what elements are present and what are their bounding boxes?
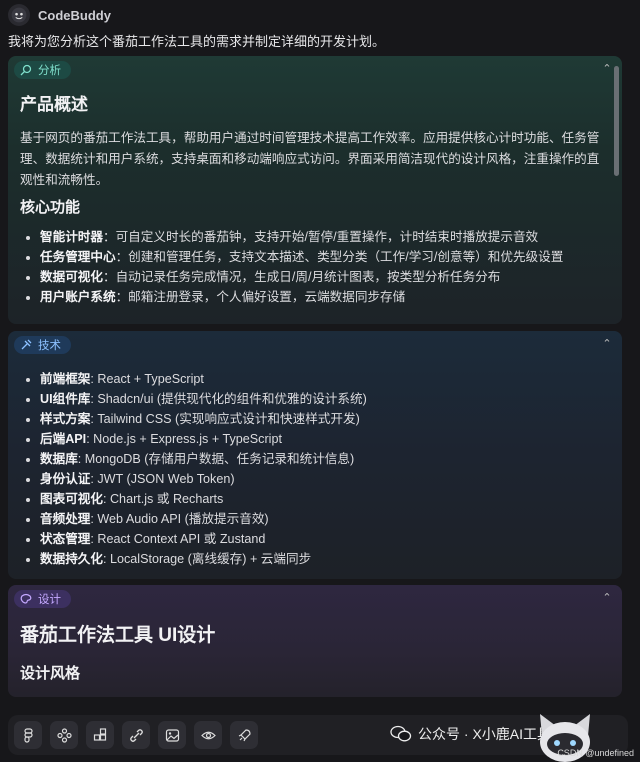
scrollbar[interactable] xyxy=(614,66,619,176)
list-item: 图表可视化: Chart.js 或 Recharts xyxy=(40,489,610,509)
collapse-chevron-icon[interactable]: ⌃ xyxy=(600,337,614,351)
preview-eye-icon[interactable] xyxy=(194,721,222,749)
list-item: UI组件库: Shadcn/ui (提供现代化的组件和优雅的设计系统) xyxy=(40,389,610,409)
search-icon xyxy=(20,64,32,76)
tools-icon xyxy=(21,339,32,350)
design-panel: 设计 ⌃ 番茄工作法工具 UI设计 设计风格 xyxy=(8,585,622,697)
list-item: 任务管理中心：创建和管理任务，支持文本描述、类型分类（工作/学习/创意等）和优先… xyxy=(40,247,610,267)
codebuddy-avatar-icon xyxy=(8,4,30,26)
analysis-panel: 分析 ⌃ 产品概述 基于网页的番茄工作法工具，帮助用户通过时间管理技术提高工作效… xyxy=(8,56,622,324)
product-overview-title: 产品概述 xyxy=(20,95,88,114)
collapse-chevron-icon[interactable]: ⌃ xyxy=(600,591,614,605)
blocks-icon[interactable] xyxy=(86,721,114,749)
palette-icon xyxy=(20,593,32,604)
list-item: 音频处理: Web Audio API (播放提示音效) xyxy=(40,509,610,529)
list-item: 前端框架: React + TypeScript xyxy=(40,369,610,389)
analysis-panel-header[interactable]: 分析 ⌃ xyxy=(8,56,622,84)
design-panel-header[interactable]: 设计 ⌃ xyxy=(8,585,622,613)
list-item: 数据持久化: LocalStorage (离线缓存) + 云端同步 xyxy=(40,549,610,569)
list-item: 用户账户系统：邮箱注册登录，个人偏好设置，云端数据同步存储 xyxy=(40,287,610,307)
image-icon[interactable] xyxy=(158,721,186,749)
tech-panel-header[interactable]: 技术 ⌃ xyxy=(8,331,622,359)
product-overview-text: 基于网页的番茄工作法工具，帮助用户通过时间管理技术提高工作效率。应用提供核心计时… xyxy=(20,131,600,187)
design-style-title: 设计风格 xyxy=(20,665,81,682)
list-item: 样式方案: Tailwind CSS (实现响应式设计和快速样式开发) xyxy=(40,409,610,429)
list-item: 状态管理: React Context API 或 Zustand xyxy=(40,529,610,549)
analysis-tag-label: 分析 xyxy=(38,65,61,77)
list-item: 后端API: Node.js + Express.js + TypeScript xyxy=(40,429,610,449)
collapse-chevron-icon[interactable]: ⌃ xyxy=(600,62,614,76)
analysis-tag: 分析 xyxy=(14,61,71,79)
app-name: CodeBuddy xyxy=(38,7,111,23)
list-item: 数据可视化：自动记录任务完成情况，生成日/周/月统计图表，按类型分析任务分布 xyxy=(40,267,610,287)
tech-tag-label: 技术 xyxy=(38,340,61,352)
core-features-title: 核心功能 xyxy=(20,199,81,216)
link-icon[interactable] xyxy=(122,721,150,749)
design-title: 番茄工作法工具 UI设计 xyxy=(20,625,216,646)
tech-tag: 技术 xyxy=(14,336,71,354)
chat-header: CodeBuddy xyxy=(8,4,111,26)
intro-message: 我将为您分析这个番茄工作法工具的需求并制定详细的开发计划。 xyxy=(8,34,386,49)
list-item: 身份认证: JWT (JSON Web Token) xyxy=(40,469,610,489)
figma-icon[interactable] xyxy=(14,721,42,749)
design-tag-label: 设计 xyxy=(38,594,61,606)
csdn-watermark: CSDN @undefined xyxy=(557,748,634,758)
wechat-icon xyxy=(390,725,412,742)
components-icon[interactable] xyxy=(50,721,78,749)
list-item: 数据库: MongoDB (存储用户数据、任务记录和统计信息) xyxy=(40,449,610,469)
rocket-icon[interactable] xyxy=(230,721,258,749)
tech-panel: 技术 ⌃ 前端框架: React + TypeScript UI组件库: Sha… xyxy=(8,331,622,579)
design-tag: 设计 xyxy=(14,590,71,608)
list-item: 智能计时器：可自定义时长的番茄钟，支持开始/暂停/重置操作，计时结束时播放提示音… xyxy=(40,227,610,247)
